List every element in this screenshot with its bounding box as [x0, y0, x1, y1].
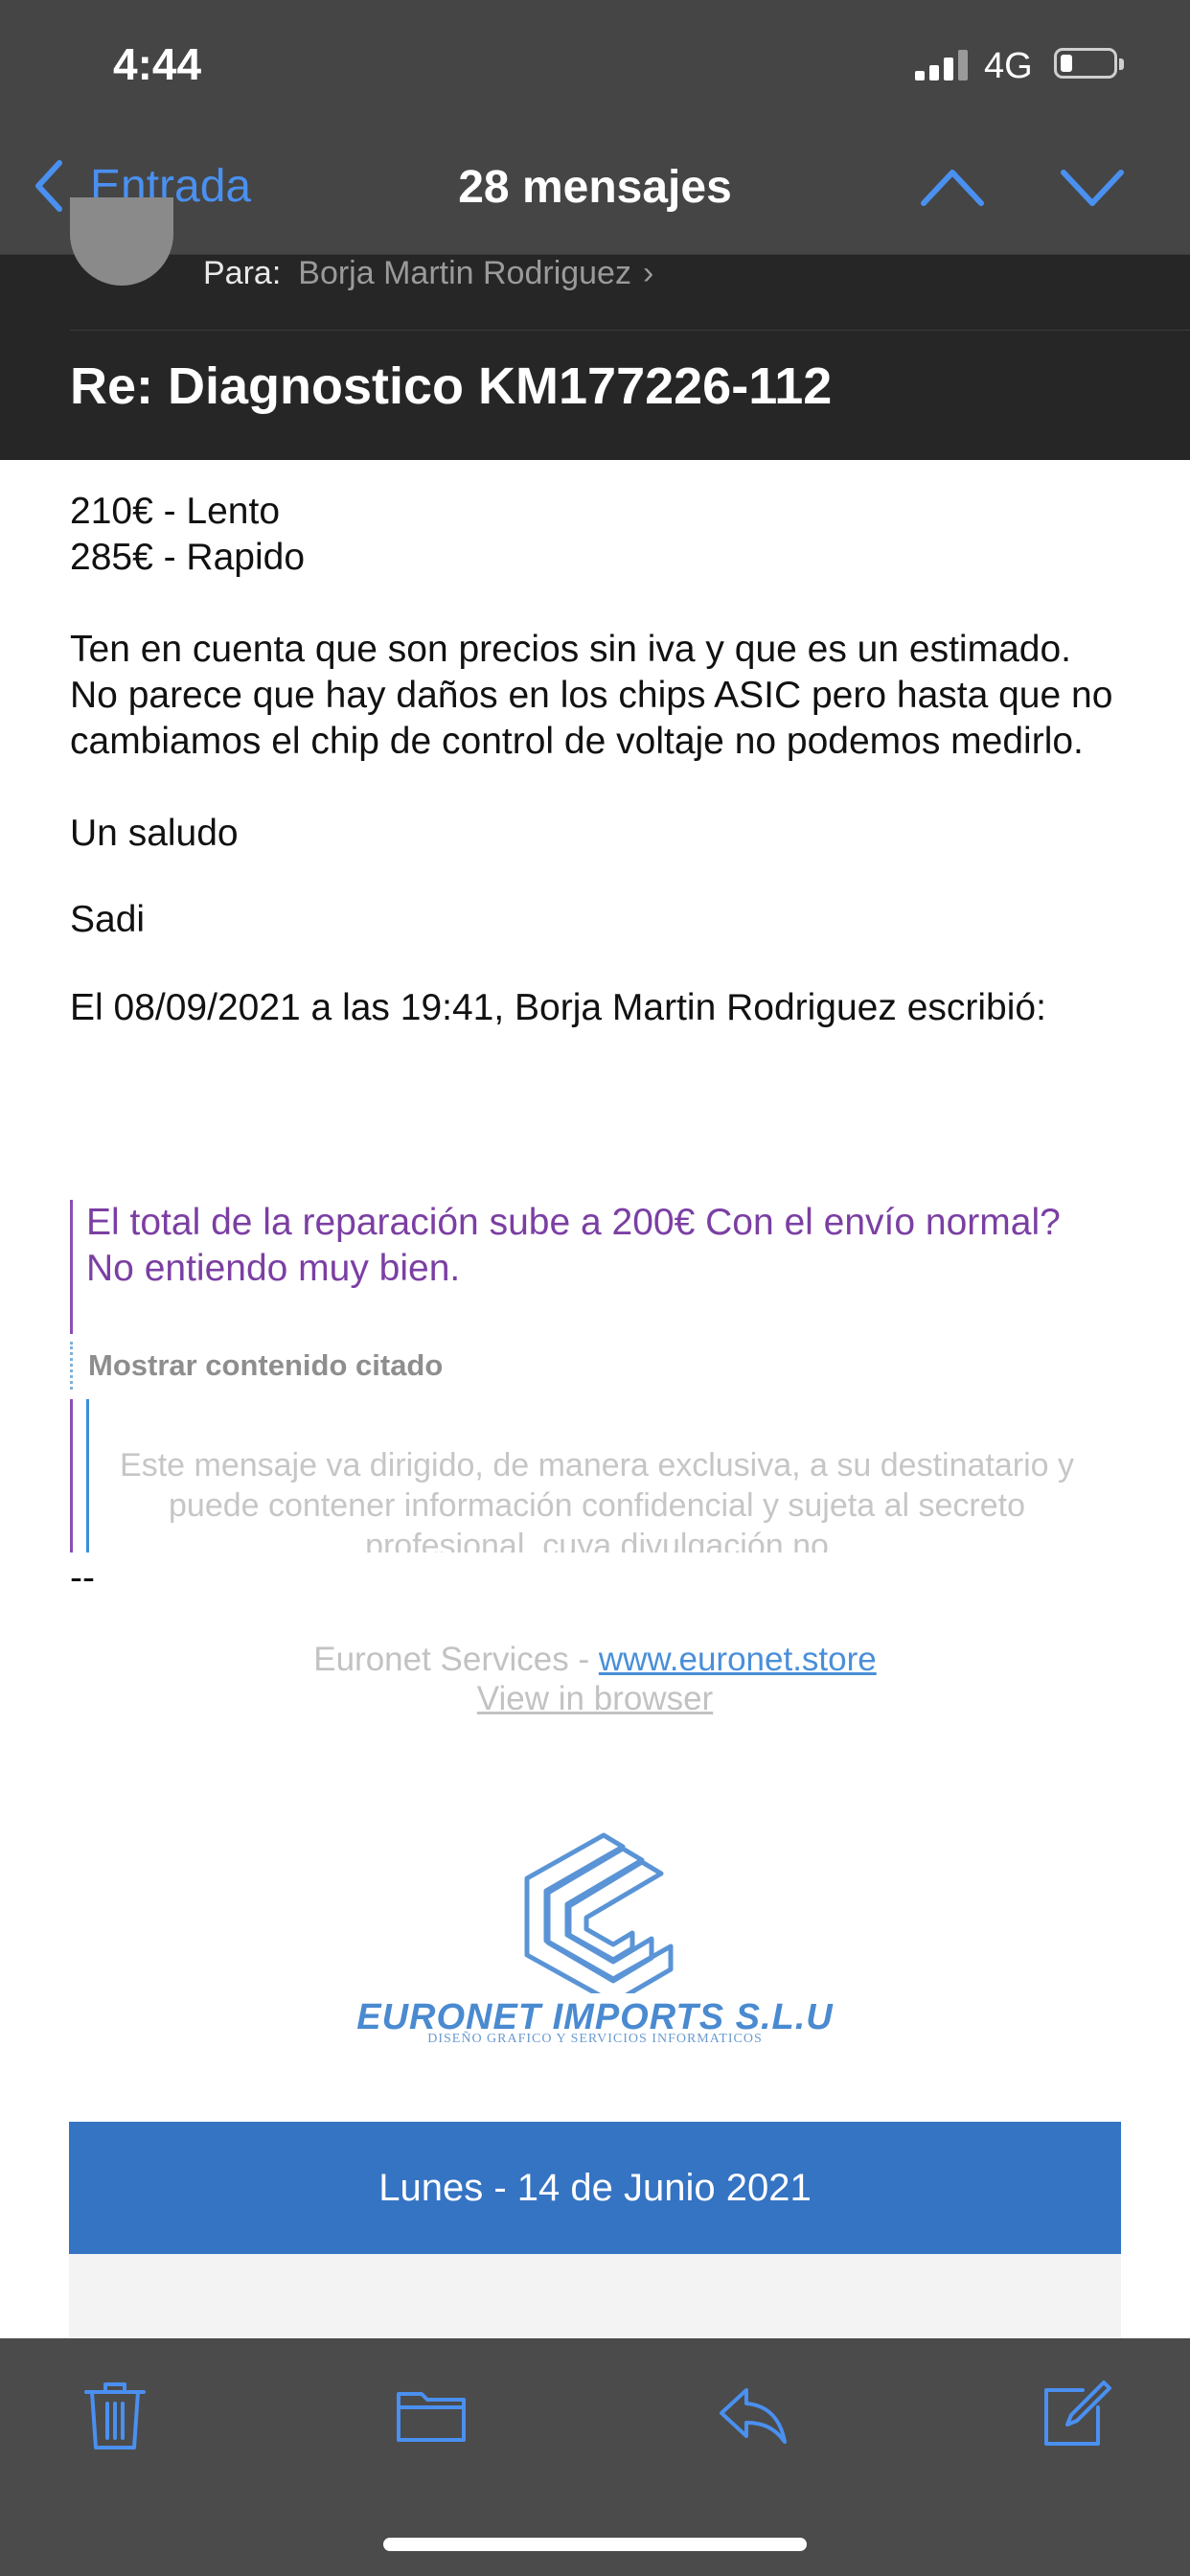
content-placeholder	[69, 2254, 1121, 2340]
view-in-browser-link[interactable]: View in browser	[0, 1680, 1190, 1718]
quoted-disclaimer-block: Este mensaje va dirigido, de manera excl…	[70, 1399, 1108, 1552]
recipient-name: Borja Martin Rodriguez	[298, 255, 631, 291]
reply-icon[interactable]	[714, 2377, 790, 2453]
company-line: Euronet Services - www.euronet.store	[0, 1641, 1190, 1679]
home-indicator[interactable]	[383, 2538, 807, 2551]
status-time: 4:44	[113, 39, 202, 89]
disclaimer-text: Este mensaje va dirigido, de manera excl…	[120, 1447, 1074, 1552]
status-bar: 4:44 4G	[0, 0, 1190, 125]
signature-separator: --	[70, 1557, 95, 1598]
quoted-message: El total de la reparación sube a 200€ Co…	[70, 1200, 1102, 1334]
avatar	[70, 197, 173, 286]
body-line: No parece que hay daños en los chips ASI…	[70, 675, 1113, 762]
signal-icon	[915, 50, 969, 80]
body-line: 210€ - Lento	[70, 491, 281, 532]
message-body: 210€ - Lento 285€ - Rapido Ten en cuenta…	[70, 489, 1124, 1033]
message-subject: Re: Diagnostico KM177226-112	[70, 357, 833, 415]
reply-attribution: El 08/09/2021 a las 19:41, Borja Martin …	[70, 987, 1046, 1028]
show-quoted-content-button[interactable]: Mostrar contenido citado	[70, 1342, 443, 1390]
body-line: Ten en cuenta que son precios sin iva y …	[70, 629, 1071, 670]
to-label: Para:	[203, 255, 282, 291]
chevron-up-icon[interactable]	[918, 163, 987, 211]
folder-icon[interactable]	[393, 2377, 469, 2453]
chevron-right-icon: ›	[642, 255, 654, 291]
battery-icon	[1054, 48, 1124, 79]
company-name: Euronet Services -	[313, 1641, 599, 1678]
date-banner: Lunes - 14 de Junio 2021	[69, 2122, 1121, 2254]
body-line: 285€ - Rapido	[70, 537, 306, 578]
body-line: Un saludo	[70, 813, 239, 854]
trash-icon[interactable]	[77, 2377, 153, 2453]
logo-tagline: DISEÑO GRAFICO Y SERVICIOS INFORMATICOS	[427, 2032, 763, 2046]
company-website-link[interactable]: www.euronet.store	[599, 1641, 877, 1678]
header-divider	[70, 330, 1190, 331]
navigation-bar: Entrada 28 mensajes	[0, 125, 1190, 255]
signature-name: Sadi	[70, 899, 146, 940]
compose-icon[interactable]	[1035, 2377, 1111, 2453]
message-header: Para: Borja Martin Rodriguez › Re: Diagnos…	[0, 197, 1190, 460]
nav-title: 28 mensajes	[458, 162, 732, 213]
network-type: 4G	[984, 46, 1033, 86]
recipient-row[interactable]: Para: Borja Martin Rodriguez ›	[203, 255, 653, 292]
euronet-logo-icon	[524, 1832, 674, 1993]
chevron-down-icon[interactable]	[1058, 163, 1127, 211]
